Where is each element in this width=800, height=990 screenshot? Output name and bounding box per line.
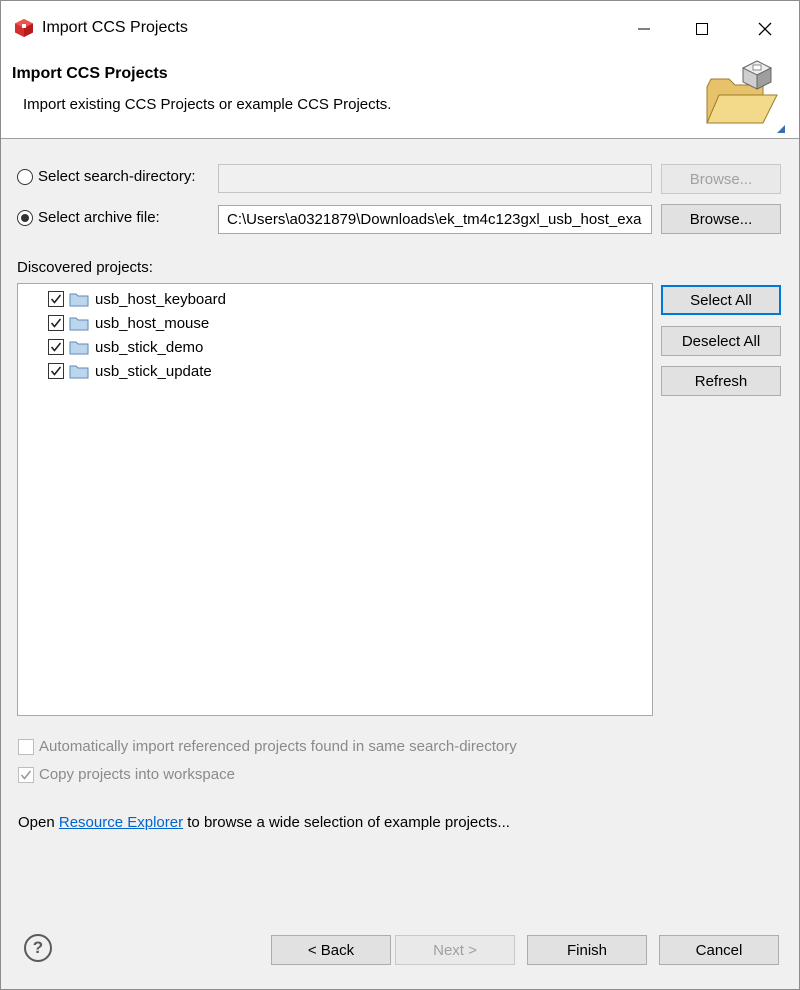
maximize-icon [696,23,708,35]
hint-suffix: to browse a wide selection of example pr… [183,814,510,831]
resource-explorer-link[interactable]: Resource Explorer [59,814,183,831]
import-wizard-icon [706,60,785,133]
list-item[interactable]: usb_stick_update [48,360,212,382]
title-bar[interactable]: Import CCS Projects [1,1,799,57]
project-name: usb_host_keyboard [95,290,226,308]
header-banner: Import CCS Projects Import existing CCS … [1,57,799,139]
help-icon[interactable]: ? [24,934,52,962]
project-name: usb_host_mouse [95,314,210,332]
close-icon [758,22,772,36]
list-item[interactable]: usb_stick_demo [48,336,203,358]
copy-projects-label: Copy projects into workspace [39,766,235,783]
maximize-button[interactable] [673,1,731,57]
project-checkbox[interactable] [48,339,64,355]
folder-icon [69,293,89,307]
checkmark-icon [50,318,62,328]
discovered-projects-list[interactable]: usb_host_keyboard usb_host_mouse usb_sti… [17,283,653,716]
auto-import-option[interactable]: Automatically import referenced projects… [18,738,517,755]
minimize-icon [638,28,650,30]
copy-projects-option[interactable]: Copy projects into workspace [18,766,235,783]
checkmark-icon [20,770,32,780]
project-checkbox[interactable] [48,291,64,307]
next-button[interactable]: Next > [395,935,515,965]
folder-icon [69,341,89,355]
search-directory-radio-row[interactable]: Select search-directory: [17,168,196,185]
ccs-app-icon [15,19,33,37]
checkmark-icon [50,342,62,352]
browse-directory-button[interactable]: Browse... [661,164,781,194]
resource-explorer-hint: Open Resource Explorer to browse a wide … [18,814,510,831]
page-title: Import CCS Projects [12,65,168,82]
list-item[interactable]: usb_host_mouse [48,312,209,334]
minimize-button[interactable] [615,1,673,57]
search-directory-label: Select search-directory: [38,168,196,185]
import-ccs-projects-dialog: Import CCS Projects Import CCS Projects … [0,0,800,990]
folder-icon [69,317,89,331]
page-description: Import existing CCS Projects or example … [23,96,392,113]
browse-archive-button[interactable]: Browse... [661,204,781,234]
hint-prefix: Open [18,814,59,831]
archive-file-radio-row[interactable]: Select archive file: [17,209,160,226]
search-directory-field[interactable] [218,164,652,193]
window-title: Import CCS Projects [42,19,188,36]
project-checkbox[interactable] [48,363,64,379]
select-all-button[interactable]: Select All [661,285,781,315]
archive-file-radio[interactable] [17,209,33,226]
archive-file-field[interactable]: C:\Users\a0321879\Downloads\ek_tm4c123gx… [218,205,652,234]
copy-projects-checkbox[interactable] [18,766,34,783]
checkmark-icon [50,294,62,304]
cancel-button[interactable]: Cancel [659,935,779,965]
project-name: usb_stick_update [95,362,212,380]
folder-icon [69,365,89,379]
auto-import-label: Automatically import referenced projects… [39,738,517,755]
close-button[interactable] [736,1,794,57]
back-button[interactable]: < Back [271,935,391,965]
project-checkbox[interactable] [48,315,64,331]
finish-button[interactable]: Finish [527,935,647,965]
archive-file-label: Select archive file: [38,209,160,226]
discovered-projects-label: Discovered projects: [17,259,153,276]
checkmark-icon [50,366,62,376]
list-item[interactable]: usb_host_keyboard [48,288,226,310]
refresh-button[interactable]: Refresh [661,366,781,396]
deselect-all-button[interactable]: Deselect All [661,326,781,356]
auto-import-checkbox[interactable] [18,738,34,755]
project-name: usb_stick_demo [95,338,204,356]
search-directory-radio[interactable] [17,168,33,185]
